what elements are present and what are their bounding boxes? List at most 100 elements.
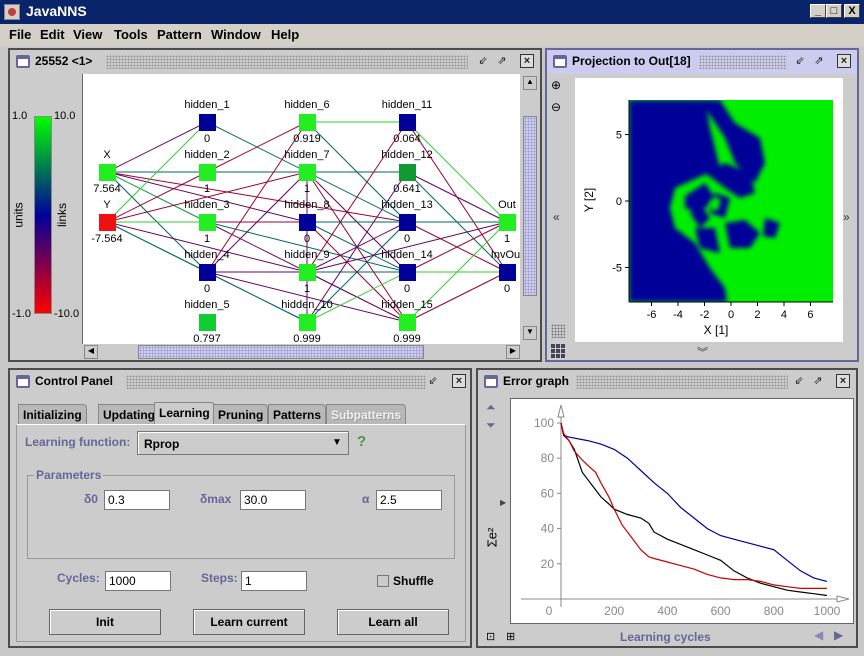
menu-window[interactable]: Window: [211, 27, 261, 42]
tab-updating[interactable]: Updating: [98, 404, 160, 424]
scroll-left-button[interactable]: ◀: [84, 345, 98, 359]
maximize-icon[interactable]: ⇗: [811, 374, 825, 388]
unit-activation-label: 0: [203, 133, 211, 145]
projection-window-header[interactable]: Projection to Out[18] ⇙ ⇗ ×: [547, 50, 857, 74]
delta0-label: δ0: [84, 492, 98, 506]
iconify-icon[interactable]: ⇙: [792, 374, 806, 388]
network-unit-h12[interactable]: [399, 164, 416, 181]
zoom-out-icon[interactable]: ⊖: [551, 100, 561, 114]
grid-toggle-icon[interactable]: ⊞: [506, 630, 515, 643]
network-unit-h8[interactable]: [299, 214, 316, 231]
network-unit-h7[interactable]: [299, 164, 316, 181]
clear-graph-icon[interactable]: ⊡: [486, 630, 495, 643]
network-canvas[interactable]: X 7.564 Y -7.564 hidden_1 0 hidden_2 1 hidden_3 1…: [82, 74, 520, 344]
scale-down-icon[interactable]: ⏷: [486, 418, 496, 433]
learn-current-button[interactable]: Learn current: [193, 609, 305, 635]
maximize-icon[interactable]: ⇗: [812, 54, 826, 68]
network-unit-h13[interactable]: [399, 214, 416, 231]
unit-activation-label: 0: [303, 233, 311, 245]
tab-subpatterns: Subpatterns: [326, 404, 407, 424]
menu-view[interactable]: View: [73, 27, 102, 42]
init-button[interactable]: Init: [49, 609, 161, 635]
deltamax-input[interactable]: [240, 490, 306, 510]
alpha-input[interactable]: [376, 490, 442, 510]
network-unit-y[interactable]: [99, 214, 116, 231]
network-unit-h5[interactable]: [199, 314, 216, 331]
scroll-up-button[interactable]: ▲: [523, 76, 537, 90]
network-unit-h14[interactable]: [399, 264, 416, 281]
pan-down-icon[interactable]: ︾: [697, 344, 708, 360]
unit-activation-label: 0.919: [293, 133, 321, 145]
maximize-icon[interactable]: ⇗: [495, 54, 509, 68]
network-unit-h1[interactable]: [199, 114, 216, 131]
learning-function-select[interactable]: Rprop ▼: [137, 431, 349, 455]
close-icon[interactable]: ×: [520, 54, 534, 68]
network-unit-h2[interactable]: [199, 164, 216, 181]
expand-arrow-icon[interactable]: ▶: [500, 498, 506, 507]
maximize-button[interactable]: □: [826, 4, 842, 18]
zoom-in-icon[interactable]: ⊕: [551, 78, 561, 92]
cycles-input[interactable]: [105, 571, 171, 591]
help-icon[interactable]: ?: [357, 433, 366, 450]
scroll-right-icon[interactable]: ▶: [834, 628, 843, 642]
scale-up-icon[interactable]: ⏶: [486, 400, 496, 415]
scroll-right-button[interactable]: ▶: [506, 345, 520, 359]
projection-canvas[interactable]: -6 -4 -2 0 2 4 6 5 0 -5 X [1] Y [2]: [575, 78, 843, 342]
tab-patterns[interactable]: Patterns: [268, 404, 327, 424]
fine-grid-icon[interactable]: [551, 324, 565, 338]
close-icon[interactable]: ×: [837, 54, 851, 68]
close-app-button[interactable]: X: [844, 4, 860, 18]
unit-name-label: hidden_1: [184, 99, 230, 111]
horizontal-scrollbar[interactable]: ◀ ▶: [82, 344, 522, 360]
menu-file[interactable]: File: [9, 27, 31, 42]
tab-pruning[interactable]: Pruning: [213, 404, 269, 424]
learning-function-label: Learning function:: [25, 435, 131, 449]
network-unit-h4[interactable]: [199, 264, 216, 281]
drag-area[interactable]: [106, 55, 468, 69]
error-chart: 204060801000 200 400 600 800 1000: [521, 404, 850, 618]
tab-learning[interactable]: Learning: [154, 402, 215, 424]
menu-tools[interactable]: Tools: [114, 27, 148, 42]
scroll-down-button[interactable]: ▼: [523, 326, 537, 340]
close-icon[interactable]: ×: [452, 374, 466, 388]
scroll-left-icon[interactable]: ◀: [814, 628, 823, 642]
control-panel-header[interactable]: Control Panel ⇙ ×: [10, 370, 470, 394]
steps-input[interactable]: [241, 571, 307, 591]
delta0-input[interactable]: [104, 490, 170, 510]
network-window-header[interactable]: 25552 <1> ⇙ ⇗ ×: [10, 50, 540, 74]
coarse-grid-icon[interactable]: [551, 344, 565, 358]
drag-area[interactable]: [576, 375, 788, 389]
iconify-icon[interactable]: ⇙: [476, 54, 490, 68]
menu-help[interactable]: Help: [271, 27, 299, 42]
learn-all-button[interactable]: Learn all: [337, 609, 449, 635]
network-unit-h3[interactable]: [199, 214, 216, 231]
tab-strip: Initializing Updating Learning Pruning P…: [16, 402, 466, 426]
shuffle-checkbox[interactable]: [377, 575, 389, 587]
error-graph-header[interactable]: Error graph ⇙ ⇗ ×: [478, 370, 856, 394]
minimize-button[interactable]: _: [810, 4, 826, 18]
network-unit-out[interactable]: [499, 214, 516, 231]
network-unit-h9[interactable]: [299, 264, 316, 281]
drag-area[interactable]: [699, 55, 787, 69]
network-unit-x[interactable]: [99, 164, 116, 181]
pan-left-icon[interactable]: «: [553, 210, 560, 224]
tab-initializing[interactable]: Initializing: [18, 404, 87, 424]
menu-edit[interactable]: Edit: [40, 27, 65, 42]
network-unit-invout[interactable]: [499, 264, 516, 281]
x-tick-label: 0: [728, 309, 734, 321]
error-graph-title: Error graph: [503, 374, 570, 388]
horizontal-scroll-thumb[interactable]: [138, 345, 424, 359]
vertical-scroll-thumb[interactable]: [523, 116, 537, 296]
menu-pattern[interactable]: Pattern: [157, 27, 202, 42]
pan-right-icon[interactable]: »: [843, 210, 850, 224]
network-unit-h6[interactable]: [299, 114, 316, 131]
iconify-icon[interactable]: ⇙: [426, 374, 440, 388]
iconify-icon[interactable]: ⇙: [793, 54, 807, 68]
unit-name-label: hidden_5: [184, 299, 230, 311]
drag-area[interactable]: [126, 375, 426, 389]
vertical-scrollbar[interactable]: ▲ ▼: [522, 74, 540, 344]
network-unit-h10[interactable]: [299, 314, 316, 331]
network-unit-h15[interactable]: [399, 314, 416, 331]
network-unit-h11[interactable]: [399, 114, 416, 131]
close-icon[interactable]: ×: [836, 374, 850, 388]
